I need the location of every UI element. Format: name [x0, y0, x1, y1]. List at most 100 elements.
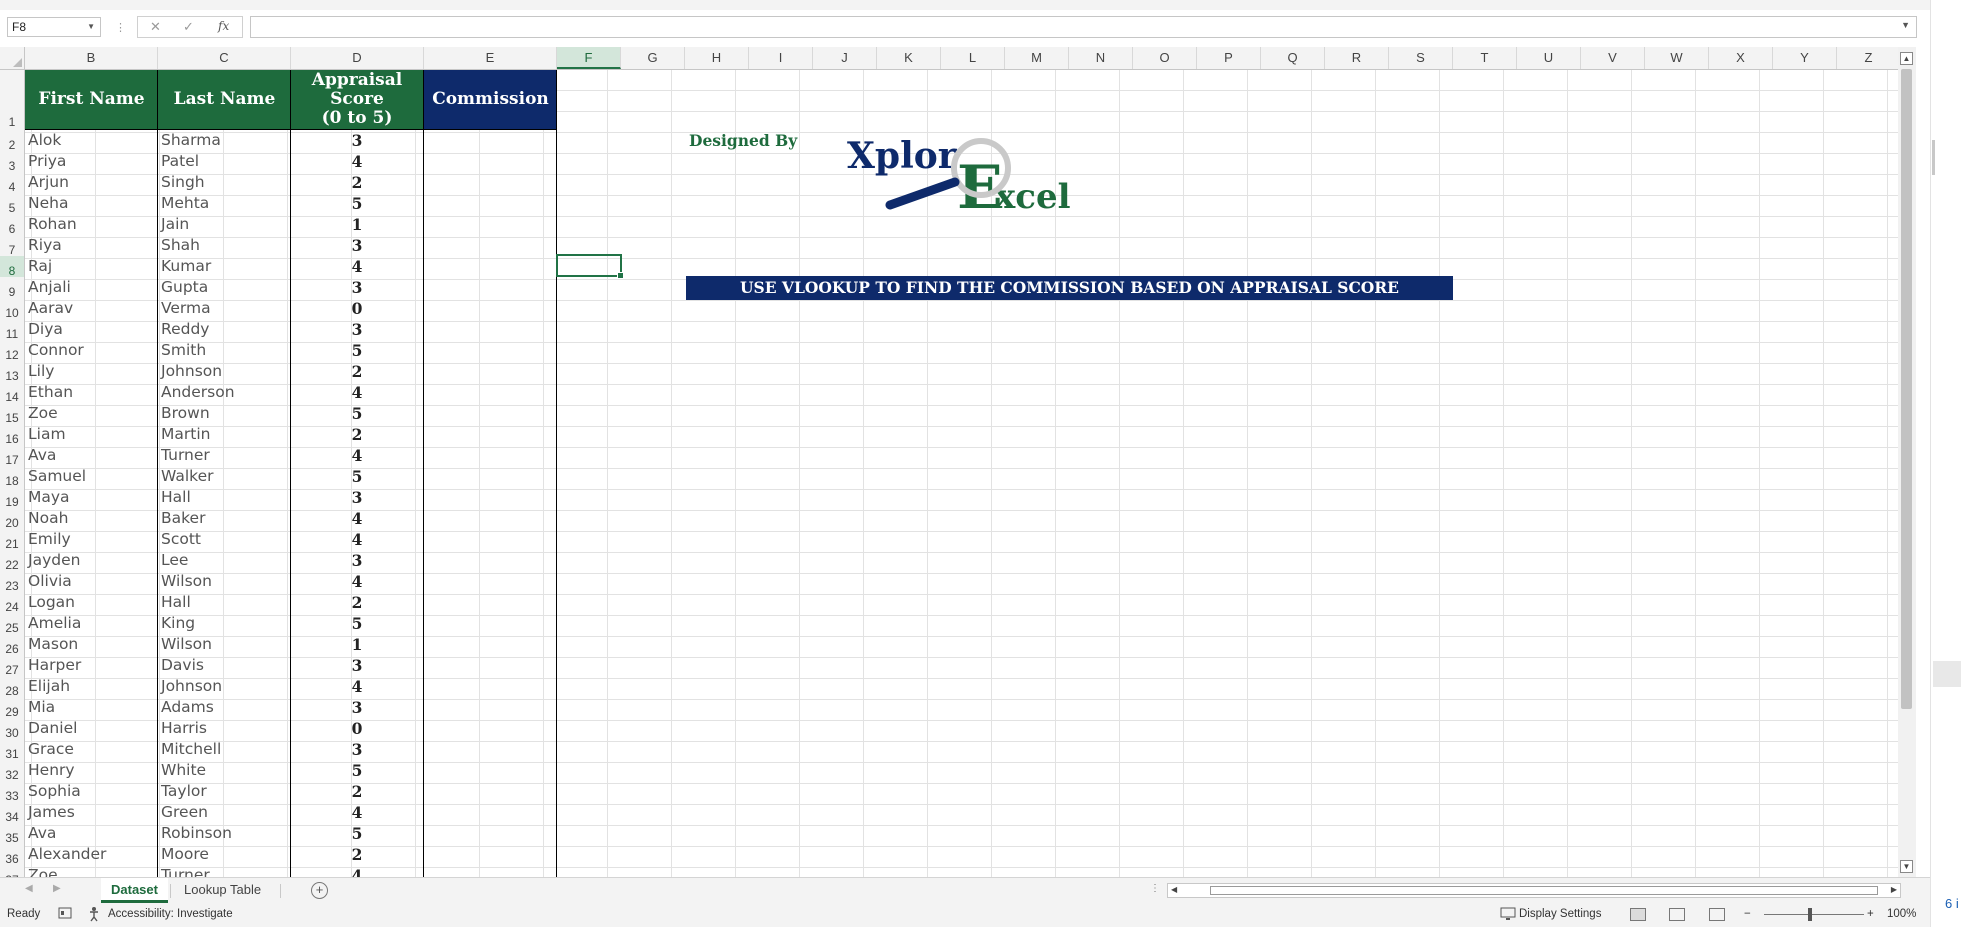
- column-header-k[interactable]: K: [877, 47, 941, 69]
- appraisal-score-cell[interactable]: 4: [291, 803, 423, 822]
- row-header-22[interactable]: 22: [0, 550, 24, 572]
- accessibility-status[interactable]: Accessibility: Investigate: [108, 908, 233, 920]
- last-name-cell[interactable]: Davis: [161, 656, 204, 674]
- appraisal-score-cell[interactable]: 5: [291, 824, 423, 843]
- tab-dataset[interactable]: Dataset: [101, 878, 168, 903]
- display-settings-label[interactable]: Display Settings: [1519, 908, 1601, 920]
- row-header-8[interactable]: 8: [0, 256, 24, 278]
- first-name-cell[interactable]: Riya: [28, 236, 62, 254]
- column-header-d[interactable]: D: [291, 47, 424, 69]
- row-header-9[interactable]: 9: [0, 277, 24, 299]
- row-header-7[interactable]: 7: [0, 235, 24, 257]
- appraisal-score-cell[interactable]: 3: [291, 320, 423, 339]
- column-header-t[interactable]: T: [1453, 47, 1517, 69]
- first-name-cell[interactable]: Raj: [28, 257, 52, 275]
- row-header-10[interactable]: 10: [0, 298, 24, 320]
- appraisal-score-cell[interactable]: 5: [291, 614, 423, 633]
- appraisal-score-cell[interactable]: 5: [291, 761, 423, 780]
- appraisal-score-cell[interactable]: 2: [291, 782, 423, 801]
- appraisal-score-cell[interactable]: 3: [291, 551, 423, 570]
- appraisal-score-cell[interactable]: 5: [291, 341, 423, 360]
- first-name-cell[interactable]: Ava: [28, 824, 56, 842]
- scroll-down-icon[interactable]: ▼: [1900, 860, 1913, 873]
- column-header-p[interactable]: P: [1197, 47, 1261, 69]
- appraisal-score-cell[interactable]: 4: [291, 446, 423, 465]
- appraisal-score-cell[interactable]: 4: [291, 509, 423, 528]
- last-name-cell[interactable]: Walker: [161, 467, 213, 485]
- first-name-cell[interactable]: Rohan: [28, 215, 77, 233]
- first-name-cell[interactable]: Ethan: [28, 383, 73, 401]
- scroll-right-icon[interactable]: ▶: [1891, 885, 1897, 894]
- row-header-31[interactable]: 31: [0, 739, 24, 761]
- row-header-1[interactable]: 1: [0, 70, 24, 130]
- last-name-cell[interactable]: White: [161, 761, 206, 779]
- column-header-y[interactable]: Y: [1773, 47, 1837, 69]
- appraisal-score-cell[interactable]: 2: [291, 425, 423, 444]
- last-name-cell[interactable]: Martin: [161, 425, 210, 443]
- column-header-b[interactable]: B: [25, 47, 158, 69]
- last-name-cell[interactable]: Turner: [161, 446, 210, 464]
- column-header-j[interactable]: J: [813, 47, 877, 69]
- column-header-w[interactable]: W: [1645, 47, 1709, 69]
- horizontal-scrollbar[interactable]: ◀ ▶: [1167, 883, 1901, 898]
- first-name-cell[interactable]: Ava: [28, 446, 56, 464]
- appraisal-score-cell[interactable]: 4: [291, 383, 423, 402]
- appraisal-score-cell[interactable]: 3: [291, 698, 423, 717]
- row-header-30[interactable]: 30: [0, 718, 24, 740]
- scroll-left-icon[interactable]: ◀: [1171, 885, 1177, 894]
- row-header-33[interactable]: 33: [0, 781, 24, 803]
- appraisal-score-cell[interactable]: 2: [291, 593, 423, 612]
- column-header-l[interactable]: L: [941, 47, 1005, 69]
- column-header-u[interactable]: U: [1517, 47, 1581, 69]
- column-header-g[interactable]: G: [621, 47, 685, 69]
- last-name-cell[interactable]: Hall: [161, 488, 191, 506]
- first-name-cell[interactable]: Elijah: [28, 677, 70, 695]
- zoom-in-icon[interactable]: +: [1867, 908, 1874, 920]
- zoom-out-icon[interactable]: −: [1744, 908, 1751, 920]
- row-header-37[interactable]: 37: [0, 865, 24, 877]
- last-name-cell[interactable]: Reddy: [161, 320, 209, 338]
- last-name-cell[interactable]: Adams: [161, 698, 214, 716]
- first-name-cell[interactable]: Samuel: [28, 467, 86, 485]
- first-name-cell[interactable]: Mia: [28, 698, 55, 716]
- next-sheet-icon[interactable]: ▶: [53, 883, 61, 894]
- first-name-cell[interactable]: Anjali: [28, 278, 71, 296]
- first-name-cell[interactable]: Henry: [28, 761, 75, 779]
- first-name-cell[interactable]: Diya: [28, 320, 63, 338]
- row-header-13[interactable]: 13: [0, 361, 24, 383]
- row-header-12[interactable]: 12: [0, 340, 24, 362]
- tab-lookup-table[interactable]: Lookup Table: [174, 878, 271, 903]
- first-name-cell[interactable]: Maya: [28, 488, 70, 506]
- last-name-cell[interactable]: Green: [161, 803, 208, 821]
- row-header-6[interactable]: 6: [0, 214, 24, 236]
- first-name-cell[interactable]: Alok: [28, 131, 61, 149]
- last-name-cell[interactable]: Wilson: [161, 572, 212, 590]
- first-name-cell[interactable]: Aarav: [28, 299, 73, 317]
- scroll-up-icon[interactable]: ▲: [1900, 52, 1913, 65]
- row-header-11[interactable]: 11: [0, 319, 24, 341]
- last-name-cell[interactable]: Hall: [161, 593, 191, 611]
- first-name-cell[interactable]: Zoe: [28, 404, 58, 422]
- zoom-slider[interactable]: [1764, 908, 1864, 921]
- header-appraisal-score[interactable]: Appraisal Score (0 to 5): [291, 70, 423, 130]
- page-layout-view-icon[interactable]: [1669, 908, 1685, 921]
- first-name-cell[interactable]: Jayden: [28, 551, 80, 569]
- more-tabs-icon[interactable]: ⋮: [1150, 883, 1160, 894]
- header-commission[interactable]: Commission: [424, 70, 557, 130]
- appraisal-score-cell[interactable]: 3: [291, 740, 423, 759]
- column-header-h[interactable]: H: [685, 47, 749, 69]
- name-box[interactable]: F8 ▼: [7, 17, 101, 37]
- appraisal-score-cell[interactable]: 3: [291, 488, 423, 507]
- column-header-c[interactable]: C: [158, 47, 291, 69]
- row-header-18[interactable]: 18: [0, 466, 24, 488]
- last-name-cell[interactable]: Johnson: [161, 362, 222, 380]
- last-name-cell[interactable]: Scott: [161, 530, 201, 548]
- first-name-cell[interactable]: Emily: [28, 530, 71, 548]
- row-header-4[interactable]: 4: [0, 172, 24, 194]
- last-name-cell[interactable]: Mehta: [161, 194, 209, 212]
- formula-input[interactable]: ▼: [250, 16, 1917, 38]
- column-header-s[interactable]: S: [1389, 47, 1453, 69]
- row-header-29[interactable]: 29: [0, 697, 24, 719]
- prev-sheet-icon[interactable]: ◀: [25, 883, 33, 894]
- first-name-cell[interactable]: Grace: [28, 740, 74, 758]
